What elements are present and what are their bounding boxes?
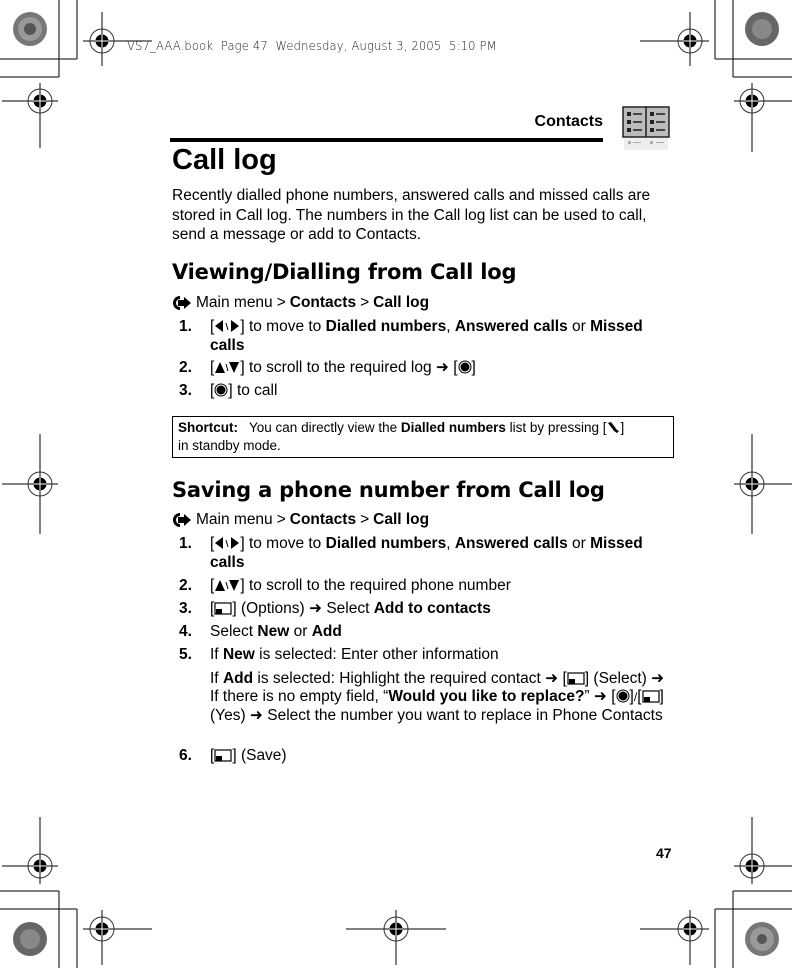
section-heading: Saving a phone number from Call log [172,478,605,502]
registration-mark [734,434,792,534]
path-separator: > [360,294,370,311]
up-down-key-icon [215,362,240,373]
registration-mark [640,12,709,66]
step-number: 6. [179,747,192,764]
step-number: 4. [179,623,192,640]
corner-mark-bottom-left [0,890,78,968]
then-arrow-icon: ➜ [651,669,665,687]
path-separator: > [276,511,286,528]
then-arrow-icon: ➜ [435,359,449,376]
registration-mark [2,83,58,148]
path-item: Contacts [289,294,357,311]
left-right-key-icon [215,320,240,332]
corner-mark-top-right [714,0,792,78]
then-arrow-icon: ➜ [309,600,322,617]
corner-mark-top-left [0,0,78,78]
corner-mark-bottom-right [714,890,792,968]
registration-mark [2,817,58,884]
page-title: Call log [172,144,277,176]
registration-mark [346,910,446,965]
right-arrow-circle-icon [173,513,191,527]
path-prefix: Main menu [196,511,273,528]
intro-paragraph: Recently dialled phone numbers, answered… [172,187,651,243]
registration-mark [640,910,709,965]
registration-mark [83,910,152,965]
center-key-icon [458,360,472,374]
step-number: 3. [179,382,192,399]
step-number: 1. [179,535,192,552]
softkey-icon [214,602,232,615]
left-right-key-icon [215,537,240,549]
up-down-key-icon [215,580,240,591]
send-key-icon [608,422,620,433]
softkey-icon [641,690,660,703]
center-key-icon [616,689,630,703]
registration-mark [734,817,792,884]
menu-path: Main menu > Contacts > Call log [172,511,429,529]
shortcut-note: Shortcut: You can directly view the Dial… [172,416,674,458]
step-number: 2. [179,577,192,594]
running-head: Contacts [534,113,603,130]
header-rule [170,138,603,142]
registration-mark [734,83,792,152]
path-separator: > [360,511,370,528]
then-arrow-icon: ➜ [593,688,607,705]
step-number: 5. [179,646,192,663]
menu-path: Main menu > Contacts > Call log [172,294,429,312]
page-number: 47 [656,845,672,861]
softkey-icon [214,749,232,762]
contacts-book-icon [622,106,670,150]
section-heading: Viewing/Dialling from Call log [172,260,517,284]
path-separator: > [276,294,286,311]
shortcut-label: Shortcut: [178,420,238,435]
step-number: 2. [179,359,192,376]
path-item: Call log [373,511,430,528]
path-item: Call log [373,294,430,311]
then-arrow-icon: ➜ [249,706,263,724]
path-item: Contacts [289,511,357,528]
registration-mark [2,434,58,534]
right-arrow-circle-icon [173,296,191,310]
then-arrow-icon: ➜ [545,669,559,687]
step-number: 1. [179,318,192,335]
softkey-icon [567,671,585,685]
step-number: 3. [179,600,192,617]
path-prefix: Main menu [196,294,273,311]
center-key-icon [214,383,228,397]
print-slug: VS7_AAA.book Page 47 Wednesday, August 3… [127,38,497,53]
